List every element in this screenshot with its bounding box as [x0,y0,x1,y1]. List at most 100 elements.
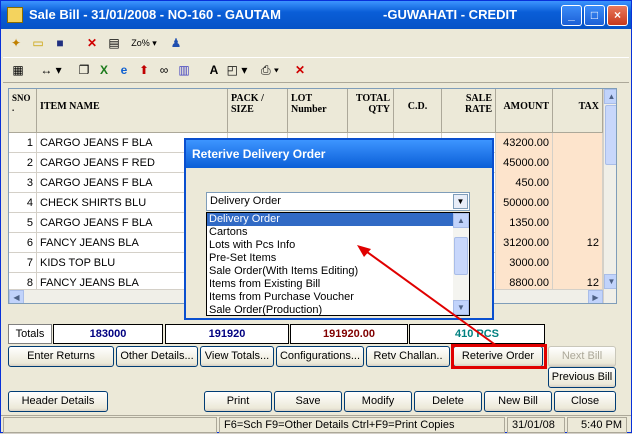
scroll-right-icon[interactable]: ▶ [588,290,603,303]
totals-label: Totals [8,324,52,344]
cell-amount[interactable]: 45000.00 [496,153,553,173]
cell-amount[interactable]: 1350.00 [496,213,553,233]
grid-vertical-scrollbar[interactable]: ▲ ▼ [603,89,616,303]
order-type-dropdown[interactable]: Delivery Order ▼ [206,192,470,211]
grid-scroll-thumb[interactable] [605,105,616,165]
previous-bill-button[interactable]: Previous Bill [548,367,616,388]
cell-tax[interactable] [553,173,603,193]
list-item[interactable]: Items from Existing Bill [207,278,455,291]
cell-sno[interactable]: 7 [9,253,37,273]
cell-amount[interactable]: 31200.00 [496,233,553,253]
new-icon[interactable]: ✦ [7,34,25,52]
scroll-down-icon[interactable]: ▼ [604,274,616,289]
print-preview-icon[interactable]: ◰ ▾ [225,61,249,79]
column-header-cd[interactable]: C.D. [394,89,442,133]
printer-icon[interactable]: ⎙ ▾ [257,61,283,79]
status-bar: F6=Sch F9=Other Details Ctrl+F9=Print Co… [1,415,631,433]
cell-amount[interactable]: 50000.00 [496,193,553,213]
column-header-total-qty[interactable]: TOTAL QTY [348,89,394,133]
internet-explorer-icon[interactable]: e [115,61,133,79]
cell-sno[interactable]: 3 [9,173,37,193]
list-scrollbar[interactable]: ▲ ▼ [453,213,469,315]
edit-document-icon[interactable]: ▤ [105,34,123,52]
cell-sno[interactable]: 6 [9,233,37,253]
close-button[interactable]: Close [554,391,616,412]
cell-amount[interactable]: 43200.00 [496,133,553,153]
toolbar-secondary: ▦ ↔ ▾ ❐ X e ⬆ ∞ ▥ A ◰ ▾ ⎙ ▾ ✕ [3,57,629,83]
cell-tax[interactable] [553,153,603,173]
cell-sno[interactable]: 2 [9,153,37,173]
title-bar[interactable]: Sale Bill - 31/01/2008 - NO-160 - GAUTAM… [1,1,631,29]
binoculars-icon[interactable]: ∞ [155,61,173,79]
order-type-list[interactable]: Delivery Order Cartons Lots with Pcs Info P… [206,212,470,316]
cell-tax[interactable] [553,253,603,273]
new-bill-button[interactable]: New Bill [484,391,552,412]
scroll-left-icon[interactable]: ◀ [9,290,24,303]
bar-chart-icon[interactable]: ▥ [175,61,193,79]
retrieve-challan-button[interactable]: Retv Challan.. [366,346,450,367]
totals-pcs: 410 PCS [409,324,545,344]
report-icon[interactable]: ▦ [9,61,27,79]
toolbar-primary: ✦ ▭ ■ ✕ ▤ Zo% ▾ ♟ [3,31,629,55]
print-button[interactable]: Print [204,391,272,412]
header-details-button[interactable]: Header Details [8,391,108,412]
status-time: 5:40 PM [567,417,627,433]
column-header-sno[interactable]: SNO . [9,89,37,133]
cell-tax[interactable] [553,193,603,213]
cell-sno[interactable]: 5 [9,213,37,233]
order-type-selected: Delivery Order [210,195,281,207]
list-item[interactable]: Lots with Pcs Info [207,239,455,252]
delete-icon[interactable]: ✕ [291,61,309,79]
totals-qty: 183000 [53,324,163,344]
minimize-button[interactable]: _ [561,5,582,26]
cell-amount[interactable]: 3000.00 [496,253,553,273]
copy-icon[interactable]: ❐ [75,61,93,79]
highlight-box [451,344,547,369]
cell-tax[interactable] [553,133,603,153]
cell-sno[interactable]: 4 [9,193,37,213]
cancel-icon[interactable]: ✕ [83,34,101,52]
column-header-tax[interactable]: TAX [553,89,603,133]
delete-button[interactable]: Delete [414,391,482,412]
column-header-sale-rate[interactable]: SALE RATE [442,89,496,133]
zoom-icon[interactable]: Zo% ▾ [127,34,161,52]
up-arrow-icon[interactable]: ⬆ [135,61,153,79]
enter-returns-button[interactable]: Enter Returns [8,346,114,367]
list-scroll-up-icon[interactable]: ▲ [453,213,469,228]
cell-tax[interactable] [553,213,603,233]
list-item[interactable]: Items from Purchase Voucher [207,291,455,304]
modify-button[interactable]: Modify [344,391,412,412]
text-format-icon[interactable]: A [205,61,223,79]
save-disk-icon[interactable]: ■ [51,34,69,52]
scroll-up-icon[interactable]: ▲ [604,89,616,104]
cell-amount[interactable]: 450.00 [496,173,553,193]
list-item[interactable]: Pre-Set Items [207,252,455,265]
configurations-button[interactable]: Configurations... [276,346,364,367]
column-header-lot-number[interactable]: LOT Number [288,89,348,133]
list-scroll-thumb[interactable] [454,237,468,275]
totals-bar: Totals 183000 191920 191920.00 410 PCS [8,324,617,344]
list-item[interactable]: Cartons [207,226,455,239]
maximize-button[interactable]: □ [584,5,605,26]
column-header-pack-size[interactable]: PACK / SIZE [228,89,288,133]
open-folder-icon[interactable]: ▭ [29,34,47,52]
list-scroll-down-icon[interactable]: ▼ [453,300,469,315]
close-window-button[interactable]: × [607,5,628,26]
save-button[interactable]: Save [274,391,342,412]
list-item[interactable]: Sale Order(With Items Editing) [207,265,455,278]
column-header-amount[interactable]: AMOUNT [496,89,553,133]
users-icon[interactable]: ♟ [167,34,185,52]
list-item[interactable]: Sale Order(Production) [207,304,455,315]
view-totals-button[interactable]: View Totals... [200,346,274,367]
totals-net-amount: 191920.00 [290,324,408,344]
excel-icon[interactable]: X [95,61,113,79]
dropdown-arrow-icon[interactable]: ▼ [453,194,468,209]
dialog-title[interactable]: Reterive Delivery Order [186,140,492,168]
cell-tax[interactable]: 12 [553,233,603,253]
list-item[interactable]: Delivery Order [207,213,455,226]
next-bill-button[interactable]: Next Bill [548,346,616,367]
resize-columns-icon[interactable]: ↔ ▾ [39,61,63,79]
column-header-item-name[interactable]: ITEM NAME [37,89,228,133]
cell-sno[interactable]: 1 [9,133,37,153]
other-details-button[interactable]: Other Details... [116,346,198,367]
